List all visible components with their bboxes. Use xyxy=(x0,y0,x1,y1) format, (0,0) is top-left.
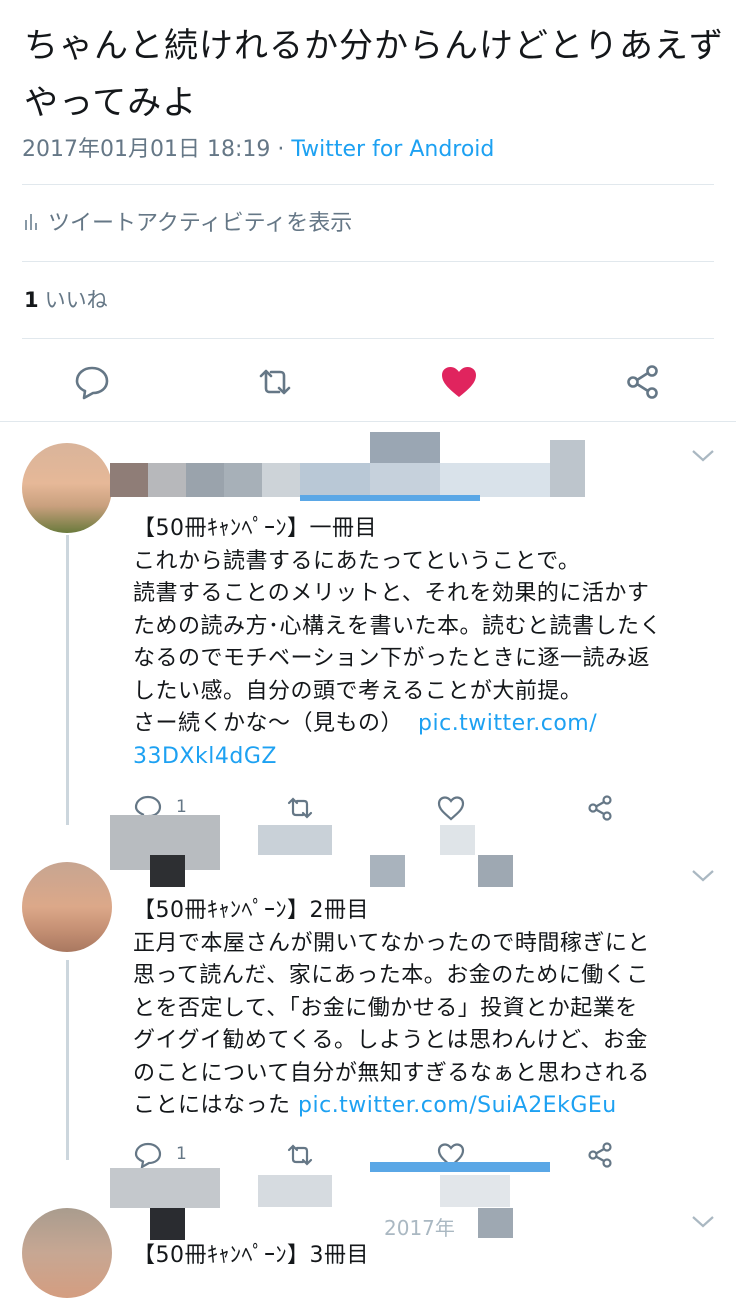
like-icon-filled[interactable] xyxy=(439,362,479,402)
like-stat[interactable]: 1 いいね xyxy=(24,284,108,314)
activity-label: ツイートアクティビティを表示 xyxy=(48,211,353,236)
thread-line xyxy=(66,535,69,825)
like-icon[interactable] xyxy=(436,793,466,823)
avatar[interactable] xyxy=(22,862,112,952)
reply-line: これから読書するにあたってということで。 xyxy=(133,548,581,574)
reply-timestamp: 2017年 xyxy=(384,1216,455,1240)
reply-body: 【50冊ｷｬﾝﾍﾟｰﾝ】2冊目 正月で本屋さんが開いてなかったので時間稼ぎにと … xyxy=(133,895,713,1123)
reply-body: 【50冊ｷｬﾝﾍﾟｰﾝ】一冊目 これから読書するにあたってということで。 読書す… xyxy=(133,513,713,773)
thread-line xyxy=(66,960,69,1160)
divider xyxy=(22,261,714,262)
reply-line: 思って読んだ、家にあった本。お金のために働くこ xyxy=(133,963,649,988)
tweet-activity-link[interactable]: ツイートアクティビティを表示 xyxy=(24,205,352,237)
chevron-down-icon[interactable] xyxy=(690,447,716,465)
retweet-icon[interactable] xyxy=(285,1140,315,1170)
reply-count: 1 xyxy=(176,1144,187,1164)
divider xyxy=(22,338,714,339)
tweet-meta: 2017年01月01日 18:19 · Twitter for Android xyxy=(22,131,494,163)
share-icon[interactable] xyxy=(585,793,615,823)
reply-line: なるのでモチベーション下がったときに逐一読み返 xyxy=(133,646,651,671)
reply-line: ことにはなった xyxy=(133,1093,291,1118)
reply-line: グイグイ勧めてくる。しようとは思わんけど、お金 xyxy=(133,1028,648,1053)
reply-line: 読書することのメリットと、それを効果的に活かす xyxy=(133,581,650,606)
reply-count: 1 xyxy=(176,797,187,817)
divider xyxy=(22,184,714,185)
tweet-action-bar xyxy=(0,344,736,420)
reply-line: のことについて自分が無知すぎるなぁと思わされる xyxy=(133,1060,650,1086)
share-icon[interactable] xyxy=(623,362,663,402)
tweet-text: ちゃんと続けれるか分からんけどとりあえずやってみよ xyxy=(24,26,724,123)
reply-icon[interactable] xyxy=(72,362,112,402)
pic-link[interactable]: pic.twitter.com/SuiA2EkGEu xyxy=(298,1093,617,1118)
reply-line: とを否定して、「お金に働かせる」投資とか起業を xyxy=(133,995,638,1021)
meta-separator: · xyxy=(270,137,292,162)
retweet-icon[interactable] xyxy=(255,362,295,402)
avatar[interactable] xyxy=(22,1208,112,1298)
avatar[interactable] xyxy=(22,443,112,533)
bar-chart-icon xyxy=(25,214,37,230)
reply-title: 【50冊ｷｬﾝﾍﾟｰﾝ】3冊目 xyxy=(133,1243,369,1268)
like-count: 1 xyxy=(24,288,39,312)
section-divider xyxy=(0,421,736,422)
reply-line: さー続くかな〜（見もの） xyxy=(133,711,404,736)
reply-line: 正月で本屋さんが開いてなかったので時間稼ぎにと xyxy=(133,930,650,956)
chevron-down-icon[interactable] xyxy=(690,867,716,885)
reply-line: したい感。自分の頭で考えることが大前提。 xyxy=(133,678,583,704)
pic-link[interactable]: pic.twitter.com/ xyxy=(418,711,597,736)
tweet-source-link[interactable]: Twitter for Android xyxy=(291,137,494,162)
tweet-timestamp: 2017年01月01日 18:19 xyxy=(22,137,271,162)
reply-icon[interactable] xyxy=(133,1140,163,1170)
pic-link[interactable]: 33DXkl4dGZ xyxy=(133,741,713,774)
reply-line: ための読み方･心構えを書いた本。読むと読書したく xyxy=(133,613,663,639)
like-label: いいね xyxy=(44,288,108,312)
reply-title: 【50冊ｷｬﾝﾍﾟｰﾝ】一冊目 xyxy=(133,516,377,541)
reply-title: 【50冊ｷｬﾝﾍﾟｰﾝ】2冊目 xyxy=(133,898,369,923)
chevron-down-icon[interactable] xyxy=(690,1213,716,1231)
share-icon[interactable] xyxy=(585,1140,615,1170)
retweet-icon[interactable] xyxy=(285,793,315,823)
